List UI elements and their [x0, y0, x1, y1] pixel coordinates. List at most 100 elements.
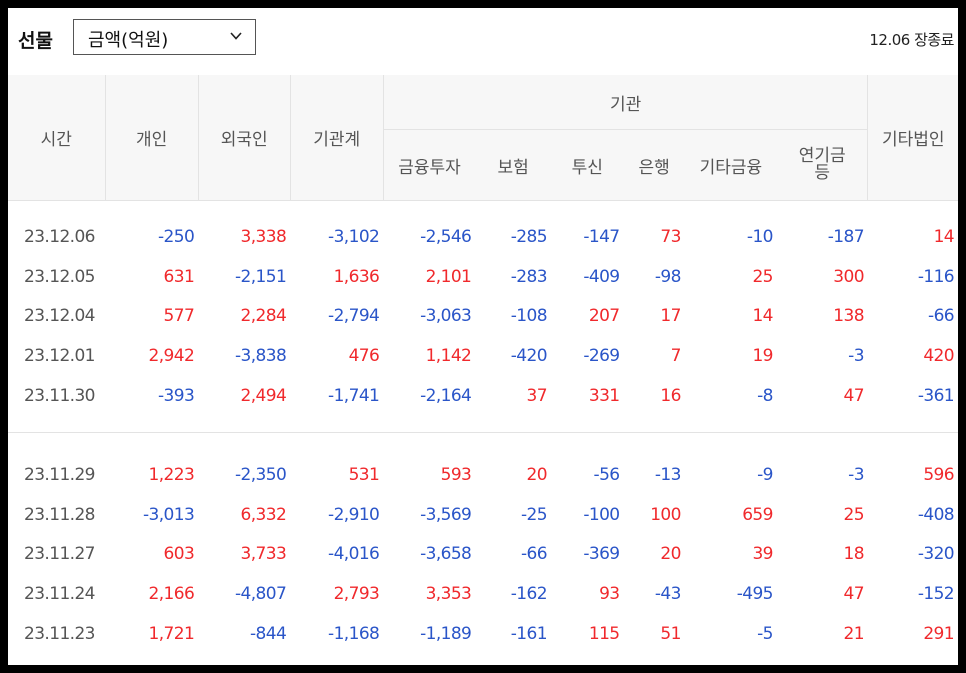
pension-label: 연기금 등 [798, 145, 846, 183]
row-value: -8 [757, 386, 773, 407]
row-value: 3,353 [425, 584, 472, 605]
col-header-bank: 은행 [623, 129, 685, 201]
row-value: 631 [163, 266, 195, 287]
row-value: 39 [752, 544, 773, 565]
row-value: -3 [848, 464, 864, 485]
row-value: 476 [348, 346, 380, 367]
row-value: -269 [583, 346, 620, 367]
row-value: 577 [163, 306, 195, 327]
row-value: 603 [163, 544, 195, 565]
row-value: 593 [440, 464, 472, 485]
row-value: -116 [917, 266, 955, 287]
table-row: 23.11.27 603 3,733 -4,016 -3,658 -66 -369 20 39 1… [8, 535, 958, 575]
row-value: -250 [158, 226, 195, 247]
market-status: 12.06 장종료 [869, 31, 954, 49]
row-value: -9 [757, 464, 773, 485]
row-date: 23.11.30 [24, 386, 96, 407]
row-value: 2,166 [148, 584, 195, 605]
row-value: 1,636 [333, 266, 380, 287]
row-value: -3,658 [420, 544, 472, 565]
row-date: 23.11.29 [24, 464, 96, 485]
row-value: -283 [510, 266, 548, 287]
row-value: -285 [510, 226, 548, 247]
row-value: 21 [843, 624, 865, 645]
row-value: 25 [843, 504, 865, 525]
row-value: -147 [583, 226, 620, 247]
col-header-other-corp: 기타법인 [867, 75, 958, 201]
table-row: 23.12.05 631 -2,151 1,636 2,101 -283 -409 -98 25… [8, 257, 958, 297]
row-value: 1,721 [148, 624, 195, 645]
row-value: -56 [593, 464, 621, 485]
row-value: -3,013 [142, 504, 195, 525]
row-value: 2,494 [240, 386, 287, 407]
row-value: -1,168 [328, 624, 380, 645]
row-value: 73 [660, 226, 681, 247]
row-value: -187 [827, 226, 865, 247]
col-header-trust: 투신 [550, 129, 624, 201]
col-header-financial-investment: 금융투자 [383, 129, 476, 201]
col-header-individual: 개인 [105, 75, 199, 201]
col-header-institution-group: 기관 [383, 75, 869, 130]
col-header-insurance: 보험 [475, 129, 551, 201]
row-value: -3,838 [235, 346, 287, 367]
unit-select[interactable]: 금액(억원) [73, 19, 256, 55]
row-date: 23.11.28 [24, 504, 96, 525]
row-value: 115 [588, 624, 620, 645]
table-row: 23.12.06 -250 3,338 -3,102 -2,546 -285 -147 73 -… [8, 217, 958, 257]
row-value: -13 [654, 464, 682, 485]
row-date: 23.11.24 [24, 584, 96, 605]
table-row: 23.12.04 577 2,284 -2,794 -3,063 -108 207 17 14 1… [8, 297, 958, 337]
row-date: 23.11.23 [24, 624, 96, 645]
row-value: -162 [510, 584, 548, 605]
row-value: -361 [917, 386, 955, 407]
row-value: 20 [526, 464, 547, 485]
row-value: 19 [752, 346, 773, 367]
row-value: 17 [660, 306, 681, 327]
row-value: 659 [742, 504, 773, 525]
row-date: 23.12.05 [24, 266, 96, 287]
investor-table: 시간 개인 외국인 기관계 기관 기타법인 금융투자 보험 투신 은행 기타금융… [8, 75, 958, 654]
row-value: -420 [510, 346, 548, 367]
col-header-pension: 연기금 등 [776, 129, 869, 201]
table-row: 23.12.01 2,942 -3,838 476 1,142 -420 -269 7 19 -3… [8, 336, 958, 376]
row-value: -4,016 [328, 544, 380, 565]
row-value: 47 [843, 584, 865, 605]
row-value: -4,807 [235, 584, 287, 605]
row-value: -320 [917, 544, 955, 565]
row-value: 420 [923, 346, 954, 367]
row-value: 7 [670, 346, 682, 367]
unit-select-value: 금액(억원) [88, 30, 169, 51]
row-value: 138 [833, 306, 864, 327]
row-value: 331 [588, 386, 620, 407]
row-date: 23.12.01 [24, 346, 96, 367]
investor-trend-panel: 선물 금액(억원) 12.06 장종료 시간 개인 외국인 기관계 기관 기타법… [8, 8, 958, 665]
row-value: 3,733 [240, 544, 287, 565]
row-value: -3,063 [420, 306, 472, 327]
row-value: -5 [757, 624, 773, 645]
row-value: -409 [583, 266, 620, 287]
row-value: -1,189 [420, 624, 472, 645]
row-value: 20 [660, 544, 681, 565]
row-value: -10 [746, 226, 774, 247]
row-value: 1,223 [148, 464, 195, 485]
row-value: 16 [660, 386, 681, 407]
row-value: -98 [654, 266, 682, 287]
row-value: -495 [736, 584, 774, 605]
row-value: 47 [843, 386, 865, 407]
row-value: 3,338 [240, 226, 287, 247]
row-value: 14 [933, 226, 955, 247]
col-header-other-finance: 기타금융 [684, 129, 777, 201]
row-value: -66 [520, 544, 548, 565]
toolbar: 선물 금액(억원) 12.06 장종료 [8, 8, 958, 74]
row-value: 93 [599, 584, 620, 605]
row-value: -152 [917, 584, 955, 605]
row-value: 51 [660, 624, 681, 645]
row-value: -393 [158, 386, 195, 407]
row-value: -844 [250, 624, 287, 645]
row-value: 18 [843, 544, 865, 565]
row-value: 14 [752, 306, 773, 327]
row-value: -3,102 [328, 226, 380, 247]
row-value: 300 [833, 266, 864, 287]
row-date: 23.12.04 [24, 306, 96, 327]
row-value: -100 [583, 504, 620, 525]
